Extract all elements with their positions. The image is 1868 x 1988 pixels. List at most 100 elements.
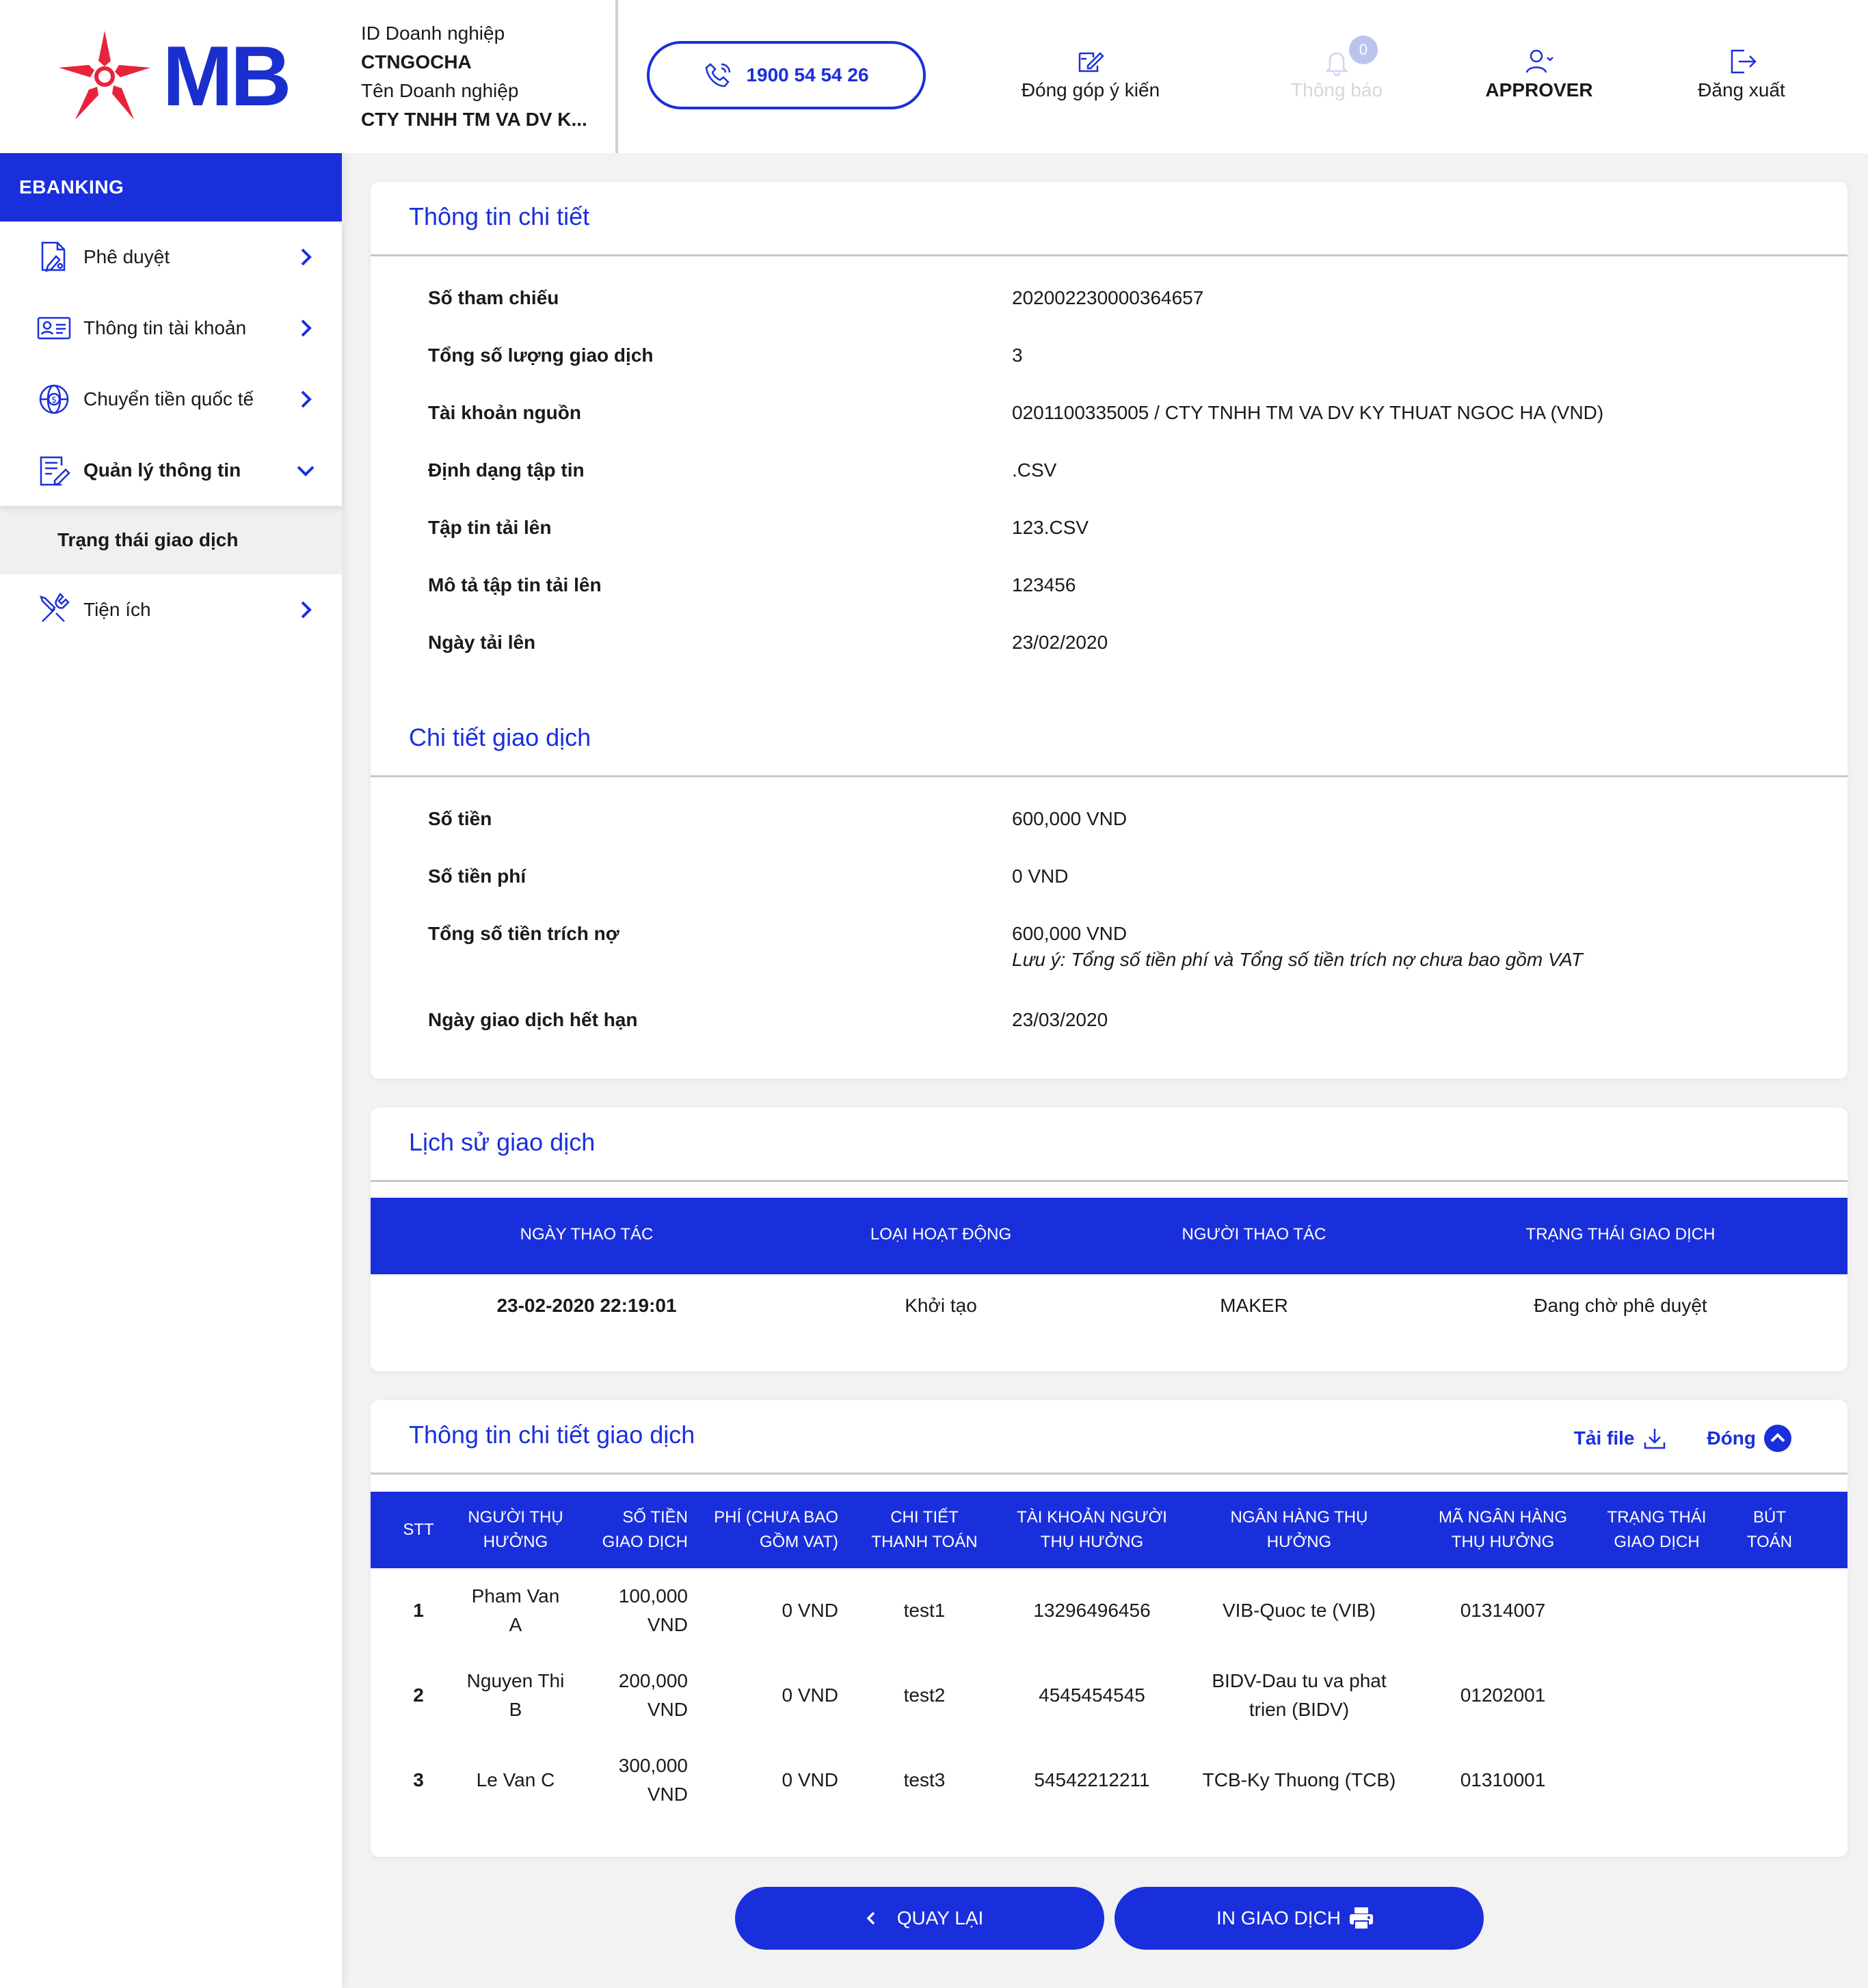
transaction-list-card: Thông tin chi tiết giao dịch Tải file Đó… xyxy=(371,1400,1847,1857)
table-cell: TCB-Ky Thuong (TCB) xyxy=(1202,1769,1396,1790)
table-cell: test1 xyxy=(903,1600,946,1621)
transaction-detail-title: Chi tiết giao dịch xyxy=(409,723,591,751)
svg-text:$: $ xyxy=(51,395,57,405)
column-header: BÚT TOÁN xyxy=(1746,1508,1793,1551)
column-header: TRẠNG THÁI GIAO DỊCH xyxy=(1525,1225,1716,1244)
print-transaction-button[interactable]: IN GIAO DỊCH xyxy=(1115,1887,1484,1950)
field-value: .CSV xyxy=(1012,459,1057,481)
column-header: NGƯỜI THAO TÁC xyxy=(1182,1225,1326,1244)
table-cell: 100,000 VND xyxy=(618,1585,688,1635)
feedback-edit-icon xyxy=(1078,52,1104,72)
table-cell: MAKER xyxy=(1220,1295,1288,1316)
company-name-value: CTY TNHH TM VA DV K... xyxy=(361,109,587,130)
field-value: 23/02/2020 xyxy=(1012,632,1108,653)
sidebar-item-label: Chuyển tiền quốc tế xyxy=(83,388,254,409)
column-header: TÀI KHOẢN NGƯỜI THỤ HƯỞNG xyxy=(1017,1508,1167,1551)
field-value: 123456 xyxy=(1012,574,1076,595)
chevron-left-icon xyxy=(866,1911,875,1925)
field-value: 123.CSV xyxy=(1012,517,1089,538)
table-row: 23-02-2020 22:19:01 Khởi tạo MAKER Đang … xyxy=(371,1295,1847,1336)
transaction-table-header: STT NGƯỜI THỤ HƯỞNG SỐ TIỀN GIAO DỊCH PHÍ … xyxy=(371,1492,1847,1568)
approval-doc-icon xyxy=(41,241,66,272)
sidebar-subitem-transaction-status[interactable]: Trạng thái giao dịch xyxy=(0,506,342,574)
table-cell: 0 VND xyxy=(782,1769,838,1790)
field-value: 3 xyxy=(1012,345,1023,366)
field-label: Định dạng tập tin xyxy=(428,459,585,481)
user-icon xyxy=(1525,49,1553,73)
column-header: MÃ NGÂN HÀNG THỤ HƯỞNG xyxy=(1438,1508,1567,1551)
sidebar-item-info-management[interactable]: Quản lý thông tin xyxy=(0,435,342,506)
sidebar-item-label: Quản lý thông tin xyxy=(83,459,241,481)
chevron-right-icon xyxy=(301,390,312,408)
divider xyxy=(371,254,1847,256)
print-label: IN GIAO DỊCH xyxy=(1216,1907,1341,1929)
back-button[interactable]: QUAY LẠI xyxy=(735,1887,1104,1950)
company-name-label: Tên Doanh nghiệp xyxy=(361,80,519,101)
hotline-button[interactable]: 1900 54 54 26 xyxy=(647,41,926,109)
user-role-label: APPROVER xyxy=(1485,79,1593,100)
logo-text: MB xyxy=(162,29,292,124)
table-cell: Khởi tạo xyxy=(905,1295,977,1316)
table-cell: BIDV-Dau tu va phat trien (BIDV) xyxy=(1212,1670,1387,1720)
globe-dollar-icon: $ xyxy=(39,384,69,414)
chevron-right-icon xyxy=(301,248,312,266)
field-value: 0 VND xyxy=(1012,865,1069,887)
column-header: CHI TIẾT THANH TOÁN xyxy=(871,1508,978,1551)
logout-icon xyxy=(1731,49,1757,74)
notifications-label: Thông báo xyxy=(1291,79,1383,100)
column-header: LOẠI HOẠT ĐỘNG xyxy=(870,1225,1012,1244)
field-label: Số tiền xyxy=(428,808,492,829)
field-label: Ngày tải lên xyxy=(428,632,536,653)
field-label: Ngày giao dịch hết hạn xyxy=(428,1009,638,1030)
table-cell: 01310001 xyxy=(1460,1769,1546,1790)
sidebar-item-approval[interactable]: Phê duyệt xyxy=(0,221,342,293)
user-menu-button[interactable]: APPROVER xyxy=(1457,45,1621,101)
bell-icon xyxy=(1324,52,1349,77)
sidebar-item-utilities[interactable]: Tiện ích xyxy=(0,574,342,645)
detail-card-title: Thông tin chi tiết xyxy=(409,202,590,230)
table-cell: 3 xyxy=(413,1769,424,1790)
table-cell: 300,000 VND xyxy=(618,1755,688,1805)
logout-button[interactable]: Đăng xuất xyxy=(1659,45,1824,101)
feedback-button[interactable]: Đóng góp ý kiến xyxy=(1009,45,1173,101)
mb-logo[interactable]: MB xyxy=(0,0,342,153)
table-cell: 01202001 xyxy=(1460,1684,1546,1706)
history-card-title: Lịch sử giao dịch xyxy=(409,1128,596,1156)
table-cell: 01314007 xyxy=(1460,1600,1546,1621)
table-cell xyxy=(1592,1653,1722,1738)
sidebar-item-account-info[interactable]: Thông tin tài khoản xyxy=(0,293,342,364)
table-row: 1 Pham Van A 100,000 VND 0 VND test1 13296… xyxy=(371,1568,1847,1653)
chevron-down-icon xyxy=(297,466,315,476)
back-label: QUAY LẠI xyxy=(896,1907,984,1929)
logout-label: Đăng xuất xyxy=(1698,79,1785,100)
download-file-button[interactable]: Tải file xyxy=(1574,1425,1669,1452)
field-value-group: 600,000 VND Lưu ý: Tổng số tiền phí và T… xyxy=(1012,923,1583,971)
table-cell xyxy=(1592,1738,1722,1823)
table-cell: 23-02-2020 22:19:01 xyxy=(496,1295,677,1316)
divider xyxy=(371,1180,1847,1182)
table-cell: Đang chờ phê duyệt xyxy=(1534,1295,1707,1316)
sidebar-section-ebanking: EBANKING xyxy=(0,153,342,221)
field-label: Số tiền phí xyxy=(428,865,526,887)
history-table-header: NGÀY THAO TÁC LOẠI HOẠT ĐỘNG NGƯỜI THAO … xyxy=(371,1198,1847,1274)
detail-card: Thông tin chi tiết Số tham chiếu 2020022… xyxy=(371,182,1847,1079)
collapse-button[interactable]: Đóng xyxy=(1707,1423,1793,1453)
tools-icon xyxy=(40,592,70,622)
field-value: 0201100335005 / CTY TNHH TM VA DV KY THU… xyxy=(1012,402,1604,423)
table-cell xyxy=(1722,1653,1817,1738)
collapse-label: Đóng xyxy=(1707,1427,1756,1449)
company-id-value: CTNGOCHA xyxy=(361,51,472,72)
divider xyxy=(615,0,618,153)
notifications-button[interactable]: 0 Thông báo xyxy=(1255,36,1419,101)
field-value: 202002230000364657 xyxy=(1012,287,1204,308)
chevron-right-icon xyxy=(301,319,312,337)
field-label: Tập tin tải lên xyxy=(428,517,552,538)
column-header: NGƯỜI THỤ HƯỞNG xyxy=(468,1508,563,1551)
printer-icon xyxy=(1350,1907,1373,1930)
table-cell: VIB-Quoc te (VIB) xyxy=(1222,1600,1376,1621)
top-bar: ID Doanh nghiệp CTNGOCHA Tên Doanh nghiệ… xyxy=(342,0,1868,153)
transaction-list-title: Thông tin chi tiết giao dịch xyxy=(409,1421,695,1449)
divider xyxy=(371,1473,1847,1475)
mb-star-logo-icon xyxy=(58,31,150,120)
sidebar-item-intl-transfer[interactable]: $ Chuyển tiền quốc tế xyxy=(0,364,342,435)
